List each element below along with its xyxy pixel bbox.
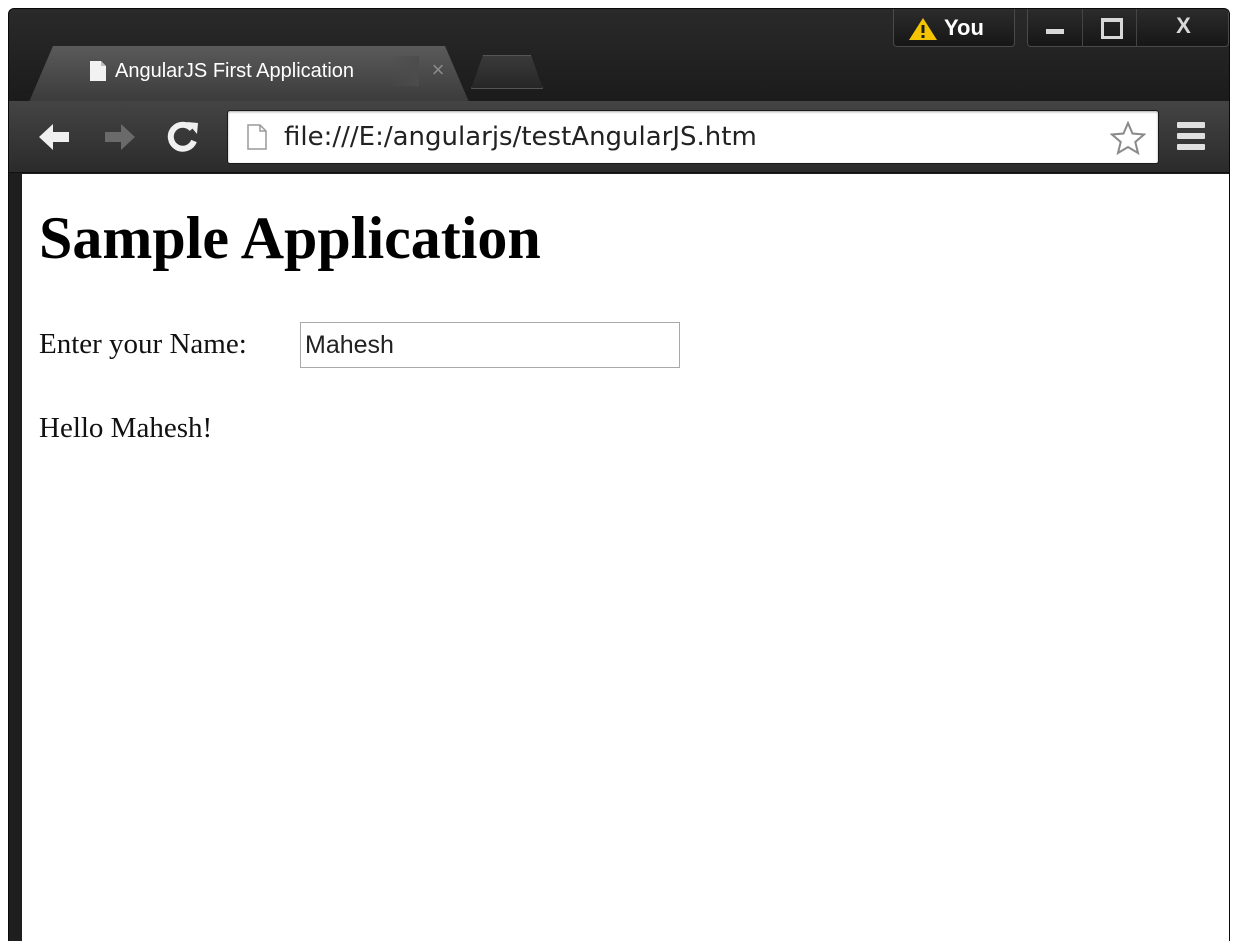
close-window-icon: X [1176,13,1191,38]
reload-icon [167,121,198,152]
menu-button[interactable] [1173,119,1209,155]
reload-button[interactable] [161,115,205,159]
minimize-button[interactable] [1028,9,1082,47]
name-label: Enter your Name: [39,328,247,360]
arrow-right-icon [105,124,135,150]
title-bar: AngularJS First Application × You X [9,9,1229,102]
browser-toolbar: file:///E:/angularjs/testAngularJS.htm [9,101,1229,173]
window-controls: X [1027,9,1229,47]
browser-tab[interactable]: AngularJS First Application × [29,46,469,102]
new-tab-button[interactable] [471,55,543,89]
page-title: Sample Application [39,205,541,271]
menu-bar [1177,144,1205,150]
close-icon[interactable]: × [427,59,449,81]
close-window-button[interactable]: X [1136,9,1229,47]
address-bar[interactable]: file:///E:/angularjs/testAngularJS.htm [227,110,1159,164]
url-text: file:///E:/angularjs/testAngularJS.htm [284,122,757,152]
warning-icon [909,18,937,40]
menu-bar [1177,133,1205,139]
star-icon[interactable] [1110,121,1146,155]
document-icon [90,61,106,81]
browser-window: AngularJS First Application × You X file… [8,8,1230,941]
page-content: Sample Application Enter your Name: Hell… [22,174,1229,941]
menu-bar [1177,122,1205,128]
back-button[interactable] [33,115,77,159]
tab-title: AngularJS First Application [115,56,419,86]
forward-button[interactable] [97,115,141,159]
greeting-text: Hello Mahesh! [39,412,213,444]
arrow-left-icon [39,124,69,150]
name-input[interactable] [300,322,680,368]
maximize-button[interactable] [1082,9,1136,47]
page-icon [247,124,267,150]
profile-button[interactable]: You [893,9,1015,47]
profile-label: You [944,15,984,40]
